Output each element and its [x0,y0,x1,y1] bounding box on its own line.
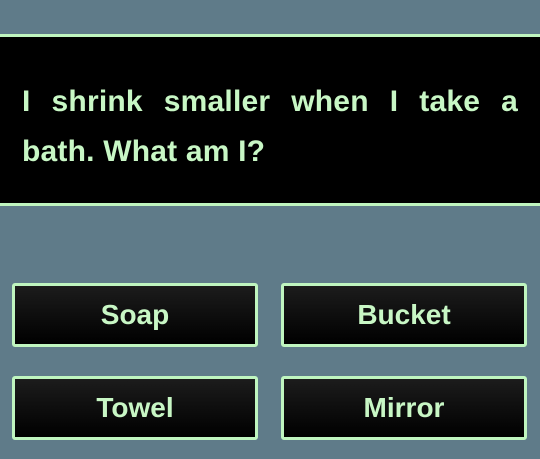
question-text: I shrink smaller when I take a bath. Wha… [22,85,518,168]
answer-button-bucket[interactable]: Bucket [281,283,527,347]
answer-button-towel[interactable]: Towel [12,376,258,440]
question-panel: I shrink smaller when I take a bath. Wha… [0,34,540,206]
answer-button-mirror[interactable]: Mirror [281,376,527,440]
answer-button-soap[interactable]: Soap [12,283,258,347]
